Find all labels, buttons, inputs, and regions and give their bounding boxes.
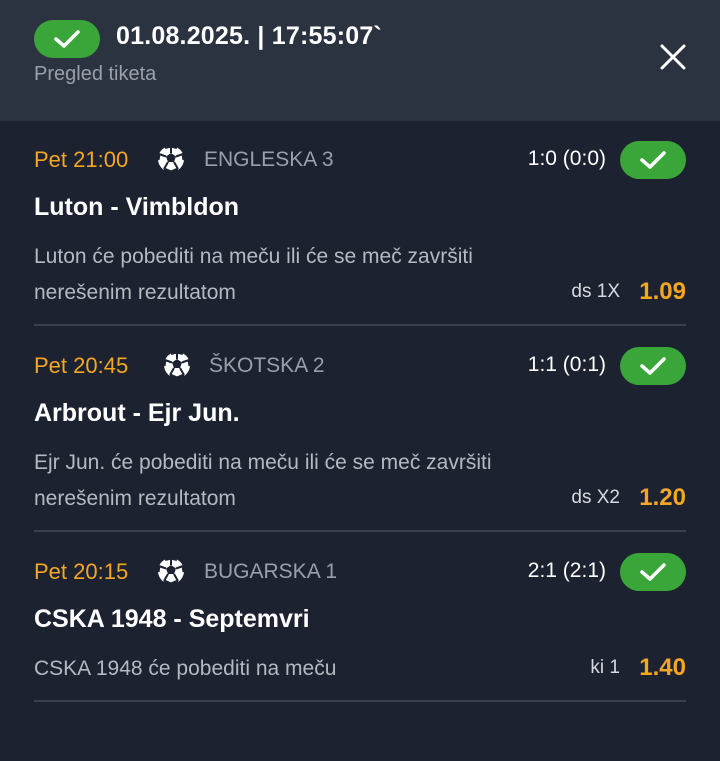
ticket-header: 01.08.2025. | 17:55:07` Pregled tiketa <box>0 0 720 121</box>
league-name: ENGLESKA 3 <box>204 148 334 171</box>
match-score: 1:1 (0:1) <box>527 353 606 376</box>
close-icon[interactable] <box>656 40 690 74</box>
bet-odds: 1.20 <box>639 484 686 511</box>
divider <box>34 700 686 702</box>
ticket-status-check-icon <box>34 20 100 58</box>
bet-odds: 1.40 <box>639 654 686 681</box>
match-score: 2:1 (2:1) <box>527 559 606 582</box>
bet-type: ki 1 <box>590 657 620 678</box>
match-name: Arbrout - Ejr Jun. <box>34 399 240 427</box>
match-time: Pet 20:15 <box>34 559 129 584</box>
bet-description: CSKA 1948 će pobediti na meču <box>34 657 337 680</box>
soccer-ball-icon <box>156 144 186 174</box>
match-score: 1:0 (0:0) <box>527 147 606 170</box>
win-check-icon <box>620 347 686 385</box>
win-check-icon <box>620 553 686 591</box>
league-name: BUGARSKA 1 <box>204 560 338 583</box>
ticket-subtitle: Pregled tiketa <box>34 63 157 85</box>
divider <box>34 530 686 532</box>
soccer-ball-icon <box>162 350 192 380</box>
league-name: ŠKOTSKA 2 <box>209 354 325 377</box>
bet-type: ds 1X <box>571 281 620 302</box>
win-check-icon <box>620 141 686 179</box>
soccer-ball-icon <box>156 556 186 586</box>
match-name: Luton - Vimbldon <box>34 193 240 221</box>
match-time: Pet 20:45 <box>34 353 129 378</box>
bet-description: Ejr Jun. će pobediti na meču ili će se m… <box>34 451 492 510</box>
match-time: Pet 21:00 <box>34 147 129 172</box>
ticket-list: Pet 21:00 ENGLESKA 3 1:0 (0:0) Luton - V… <box>0 121 720 761</box>
ticket-datetime: 01.08.2025. | 17:55:07` <box>116 22 382 50</box>
bet-description: Luton će pobediti na meču ili će se meč … <box>34 245 473 304</box>
match-name: CSKA 1948 - Septemvri <box>34 605 310 633</box>
divider <box>34 324 686 326</box>
bet-odds: 1.09 <box>639 278 686 305</box>
bet-type: ds X2 <box>571 487 620 508</box>
